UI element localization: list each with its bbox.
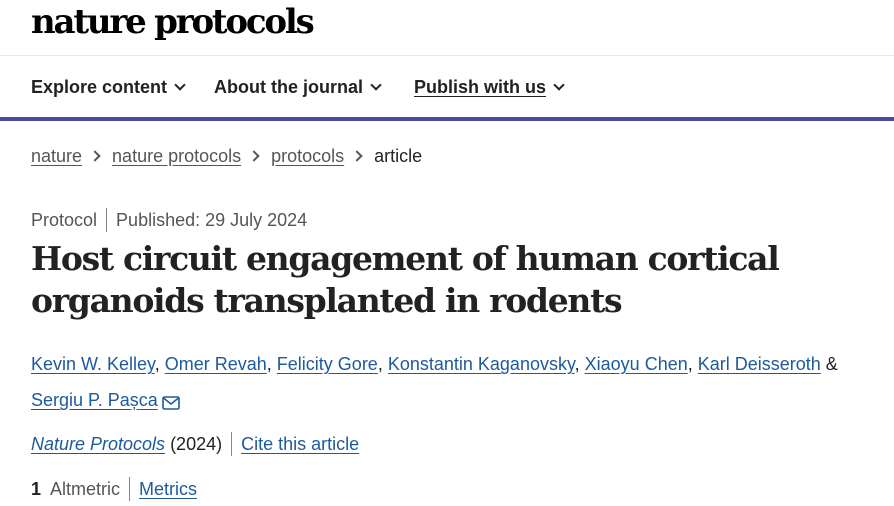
divider (129, 477, 131, 501)
nav-divider (0, 117, 894, 121)
nav-about-journal-label: About the journal (214, 77, 363, 97)
altmetric-label: Altmetric (50, 479, 121, 499)
author-separator: , (687, 354, 698, 374)
author-link[interactable]: Kevin W. Kelley (31, 354, 155, 374)
author-separator: & (820, 354, 838, 374)
breadcrumb-current: article (374, 146, 423, 166)
journal-logo[interactable]: nature protocols (31, 2, 315, 42)
author-separator: , (377, 354, 388, 374)
author-link[interactable]: Karl Deisseroth (698, 354, 821, 374)
metrics-link[interactable]: Metrics (139, 477, 197, 501)
chevron-right-icon (89, 150, 101, 162)
article-type: Protocol (31, 210, 98, 230)
article-meta: Protocol Published: 29 July 2024 (31, 208, 307, 232)
journal-link[interactable]: Nature Protocols (31, 432, 165, 456)
mail-icon[interactable] (161, 386, 180, 422)
divider (106, 208, 108, 232)
chevron-down-icon (553, 78, 565, 91)
site-header: nature protocols (0, 0, 894, 56)
breadcrumb: nature nature protocols protocols articl… (31, 144, 422, 168)
cite-this-article-link[interactable]: Cite this article (241, 432, 359, 456)
publication-year: (2024) (170, 434, 223, 454)
altmetric-score: 1 (31, 479, 42, 499)
nav-explore-content-label: Explore content (31, 77, 168, 97)
author-link[interactable]: Sergiu P. Pașca (31, 390, 158, 410)
author-separator: , (154, 354, 165, 374)
metrics-row: 1 Altmetric Metrics (31, 477, 197, 501)
nav-explore-content[interactable]: Explore content (31, 75, 186, 99)
nav-publish-with-us-label: Publish with us (414, 77, 547, 97)
author-separator: , (266, 354, 277, 374)
nav-about-journal[interactable]: About the journal (214, 75, 382, 99)
chevron-down-icon (174, 78, 186, 91)
article-title: Host circuit engagement of human cortica… (31, 239, 780, 320)
author-separator: , (574, 354, 585, 374)
author-link[interactable]: Omer Revah (165, 354, 267, 374)
publish-date: Published: 29 July 2024 (116, 210, 308, 230)
citation-row: Nature Protocols (2024) Cite this articl… (31, 432, 359, 456)
author-link[interactable]: Xiaoyu Chen (585, 354, 688, 374)
breadcrumb-nature[interactable]: nature (31, 144, 82, 168)
main-nav: Explore content About the journal Publis… (0, 56, 894, 118)
author-link[interactable]: Felicity Gore (277, 354, 378, 374)
divider (231, 432, 233, 456)
chevron-right-icon (351, 150, 363, 162)
author-list: Kevin W. Kelley, Omer Revah, Felicity Go… (31, 346, 881, 422)
nav-publish-with-us[interactable]: Publish with us (414, 75, 565, 99)
chevron-down-icon (370, 78, 382, 91)
breadcrumb-nature-protocols[interactable]: nature protocols (112, 144, 241, 168)
chevron-right-icon (248, 150, 260, 162)
breadcrumb-protocols[interactable]: protocols (271, 144, 344, 168)
author-link[interactable]: Konstantin Kaganovsky (388, 354, 575, 374)
